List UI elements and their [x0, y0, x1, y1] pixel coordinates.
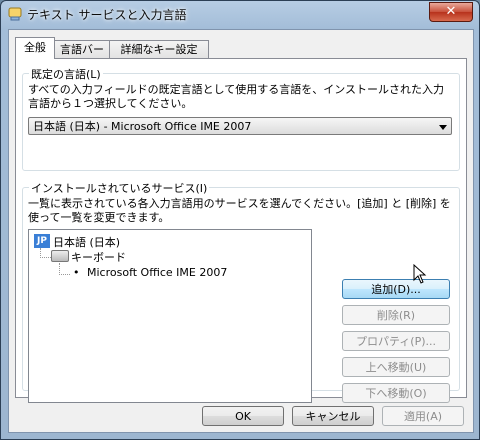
remove-button[interactable]: 削除(R): [342, 305, 450, 325]
close-button[interactable]: ✕: [429, 2, 473, 22]
title-bar[interactable]: テキスト サービスと入力言語 ✕: [1, 1, 479, 29]
tree-connector: [59, 263, 70, 275]
tab-language-bar[interactable]: 言語バー: [53, 40, 111, 59]
installed-services-description: 一覧に表示されている各入力言語用のサービスを選んでください。[追加] と [削除…: [28, 197, 451, 224]
dialog-client-area: 全般 言語バー 詳細なキー設定 既定の言語(L) すべての入力フィールドの既定言…: [8, 29, 474, 433]
cancel-button[interactable]: キャンセル: [292, 406, 374, 426]
move-up-button[interactable]: 上へ移動(U): [342, 357, 450, 377]
properties-button[interactable]: プロパティ(P)...: [342, 331, 450, 351]
keyboard-icon: [51, 250, 69, 262]
tree-connector: [40, 248, 51, 258]
tree-item-ime-label: Microsoft Office IME 2007: [87, 266, 228, 279]
dialog-window: テキスト サービスと入力言語 ✕ 全般 言語バー 詳細なキー設定 既定の言語(L…: [0, 0, 480, 440]
default-language-group-label: 既定の言語(L): [29, 66, 103, 82]
tree-item-keyboard-label: キーボード: [71, 251, 126, 264]
tab-advanced-key-settings[interactable]: 詳細なキー設定: [109, 40, 209, 59]
window-title: テキスト サービスと入力言語: [27, 8, 187, 22]
default-language-select[interactable]: 日本語 (日本) - Microsoft Office IME 2007: [28, 117, 452, 135]
language-jp-icon: JP: [34, 234, 50, 248]
dropdown-arrow-icon: [439, 125, 447, 130]
bullet-icon: •: [73, 266, 80, 279]
text-services-icon: [8, 7, 22, 21]
tab-general[interactable]: 全般: [15, 37, 55, 59]
tab-panel-general: 既定の言語(L) すべての入力フィールドの既定言語として使用する言語を、インスト…: [15, 58, 467, 403]
default-language-description: すべての入力フィールドの既定言語として使用する言語を、インストールされた入力言語…: [28, 83, 445, 110]
tree-item-ime[interactable]: • Microsoft Office IME 2007: [73, 266, 273, 282]
move-down-button[interactable]: 下へ移動(O): [342, 383, 450, 403]
mouse-pointer-icon: [413, 264, 427, 284]
apply-button[interactable]: 適用(A): [382, 406, 464, 426]
installed-services-group-label: インストールされているサービス(I): [29, 180, 210, 196]
default-language-selected-value: 日本語 (日本) - Microsoft Office IME 2007: [33, 120, 252, 133]
ok-button[interactable]: OK: [202, 406, 284, 426]
add-button[interactable]: 追加(D)...: [342, 279, 450, 299]
installed-services-tree[interactable]: JP 日本語 (日本) キーボード • Microsoft Office IME…: [28, 229, 312, 403]
